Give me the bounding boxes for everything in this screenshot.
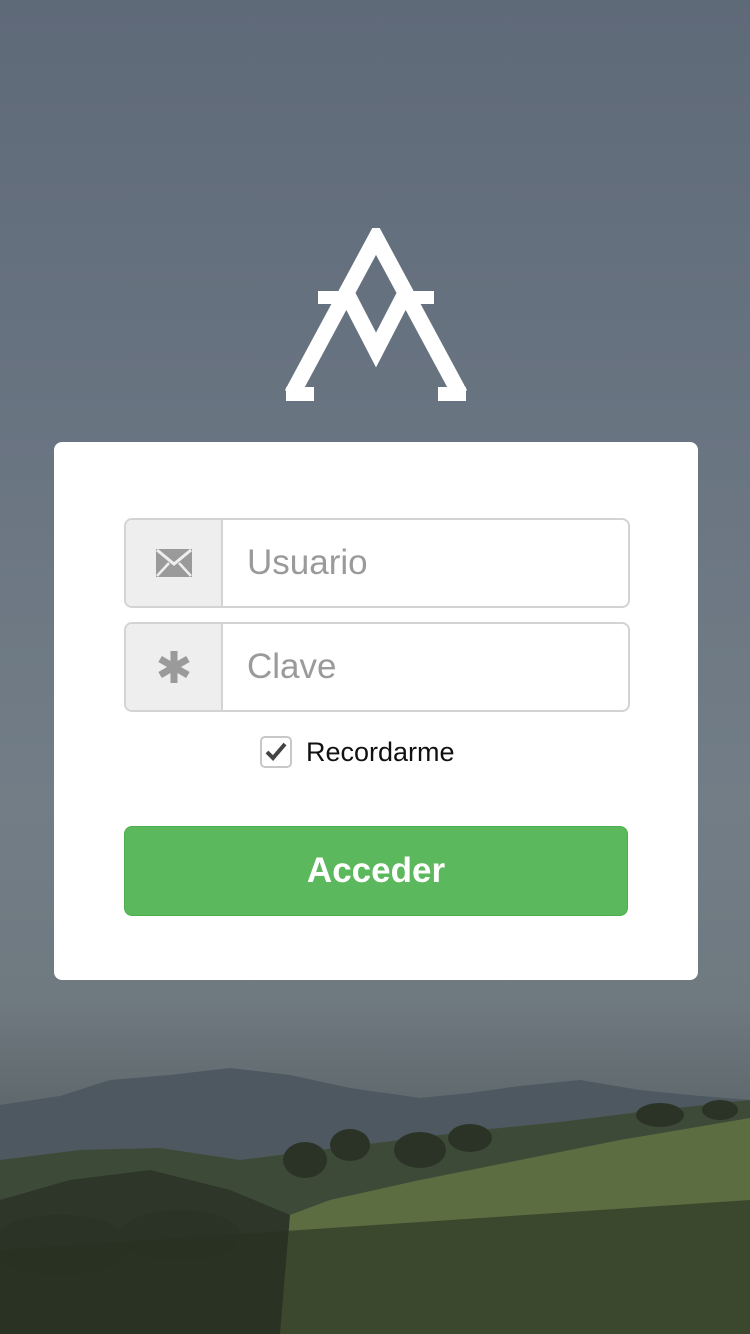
envelope-icon — [126, 520, 223, 606]
password-field-group — [124, 622, 630, 712]
submit-button[interactable]: Acceder — [124, 826, 628, 916]
password-input[interactable] — [223, 624, 628, 710]
checkmark-icon — [265, 742, 287, 761]
username-input[interactable] — [223, 520, 628, 606]
username-field-group — [124, 518, 630, 608]
login-card: Recordarme Acceder — [54, 442, 698, 980]
asterisk-icon — [126, 624, 223, 710]
app-logo — [280, 221, 472, 406]
remember-me-label[interactable]: Recordarme — [306, 737, 455, 768]
remember-me-checkbox[interactable] — [260, 736, 292, 768]
remember-me-row: Recordarme — [260, 735, 455, 769]
